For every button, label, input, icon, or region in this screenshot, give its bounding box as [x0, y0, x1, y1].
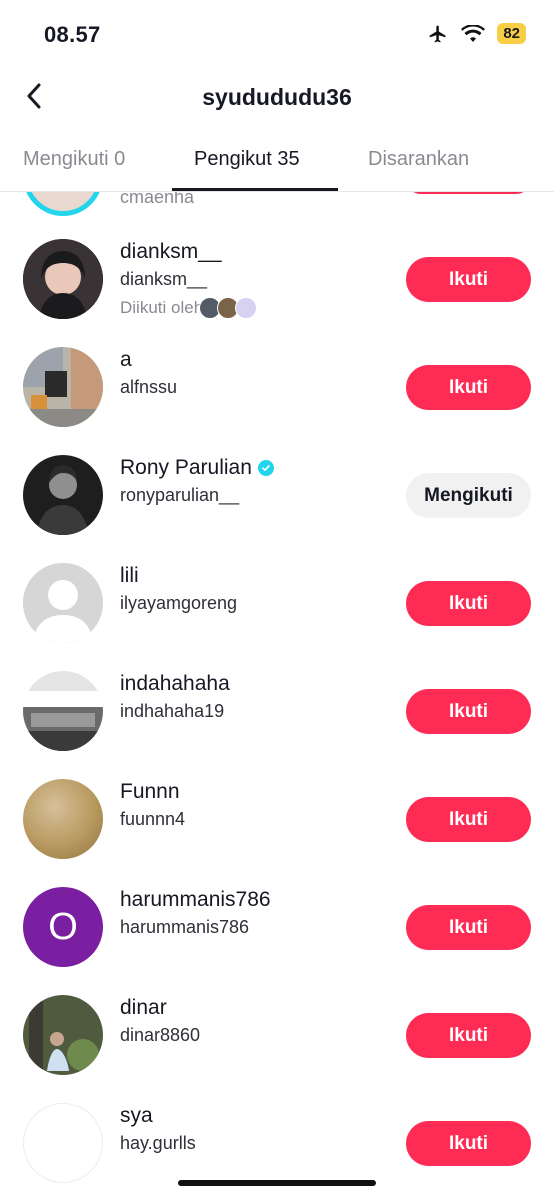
user-handle: cmaenha: [120, 192, 195, 207]
list-item[interactable]: indahahaha indhahaha19 Ikuti: [0, 657, 554, 765]
user-handle: fuunnn4: [120, 809, 186, 829]
avatar[interactable]: [23, 779, 103, 859]
user-handle: hay.gurlls: [120, 1133, 196, 1153]
follow-button[interactable]: Ikuti: [406, 1013, 531, 1058]
list-item[interactable]: lili ilyayamgoreng Ikuti: [0, 549, 554, 657]
battery-indicator: 82: [497, 23, 526, 44]
user-handle: ilyayamgoreng: [120, 593, 238, 613]
status-bar: 08.57 82: [0, 0, 554, 70]
avatar[interactable]: [23, 1103, 103, 1183]
follow-button[interactable]: Ikuti: [406, 689, 531, 734]
status-time: 08.57: [44, 22, 101, 47]
active-tab-indicator: [172, 188, 338, 191]
mutual-avatar: [235, 297, 258, 319]
avatar[interactable]: [23, 671, 103, 751]
verified-icon: [257, 460, 274, 476]
user-handle: indhahaha19: [120, 701, 225, 721]
avatar[interactable]: [23, 239, 103, 319]
follow-button[interactable]: Ikuti: [406, 1121, 531, 1166]
tab-suggested[interactable]: Disarankan: [368, 148, 469, 171]
user-handle: dianksm__: [120, 269, 208, 289]
tab-following[interactable]: Mengikuti 0: [23, 148, 125, 171]
status-icons: 82: [427, 23, 526, 44]
user-name[interactable]: lili: [120, 564, 139, 588]
home-indicator[interactable]: [178, 1180, 376, 1186]
avatar[interactable]: O: [23, 887, 103, 967]
follow-button[interactable]: Ikuti: [406, 257, 531, 302]
avatar-letter: O: [48, 905, 78, 948]
avatar[interactable]: [23, 995, 103, 1075]
avatar[interactable]: [23, 347, 103, 427]
avatar[interactable]: [23, 455, 103, 535]
list-item[interactable]: dinar dinar8860 Ikuti: [0, 981, 554, 1089]
user-name[interactable]: Rony Parulian: [120, 456, 274, 480]
tab-followers[interactable]: Pengikut 35: [194, 148, 300, 171]
followers-list[interactable]: cmaenha dianksm__ dianksm__ Diikuti oleh…: [0, 192, 554, 1199]
list-item[interactable]: a alfnssu Ikuti: [0, 333, 554, 441]
wifi-icon: [461, 24, 486, 43]
list-item[interactable]: Funnn fuunnn4 Ikuti: [0, 765, 554, 873]
user-handle: harummanis786: [120, 917, 250, 937]
avatar[interactable]: [23, 563, 103, 643]
header: syudududu36: [0, 70, 554, 128]
follow-button[interactable]: Ikuti: [406, 581, 531, 626]
page-title: syudududu36: [202, 84, 352, 110]
user-name[interactable]: dinar: [120, 996, 167, 1020]
user-handle: dinar8860: [120, 1025, 201, 1045]
mutual-followers[interactable]: Diikuti oleh: [120, 297, 258, 319]
avatar[interactable]: [23, 192, 103, 216]
follow-button[interactable]: [406, 192, 531, 194]
follow-button[interactable]: Ikuti: [406, 797, 531, 842]
user-name[interactable]: harummanis786: [120, 888, 271, 912]
user-name[interactable]: a: [120, 348, 132, 372]
list-item[interactable]: Rony Parulian ronyparulian__ Mengikuti: [0, 441, 554, 549]
user-name[interactable]: indahahaha: [120, 672, 230, 696]
list-item[interactable]: cmaenha: [0, 192, 554, 220]
user-handle: ronyparulian__: [120, 485, 240, 505]
list-item[interactable]: O harummanis786 harummanis786 Ikuti: [0, 873, 554, 981]
following-button[interactable]: Mengikuti: [406, 473, 531, 518]
airplane-icon: [427, 24, 449, 44]
follow-button[interactable]: Ikuti: [406, 905, 531, 950]
user-handle: alfnssu: [120, 377, 178, 397]
list-item[interactable]: dianksm__ dianksm__ Diikuti oleh Ikuti: [0, 225, 554, 333]
user-name[interactable]: Funnn: [120, 780, 180, 804]
follow-button[interactable]: Ikuti: [406, 365, 531, 410]
tab-bar: Mengikuti 0 Pengikut 35 Disarankan: [0, 128, 554, 192]
user-name[interactable]: sya: [120, 1104, 153, 1128]
user-name[interactable]: dianksm__: [120, 240, 222, 264]
